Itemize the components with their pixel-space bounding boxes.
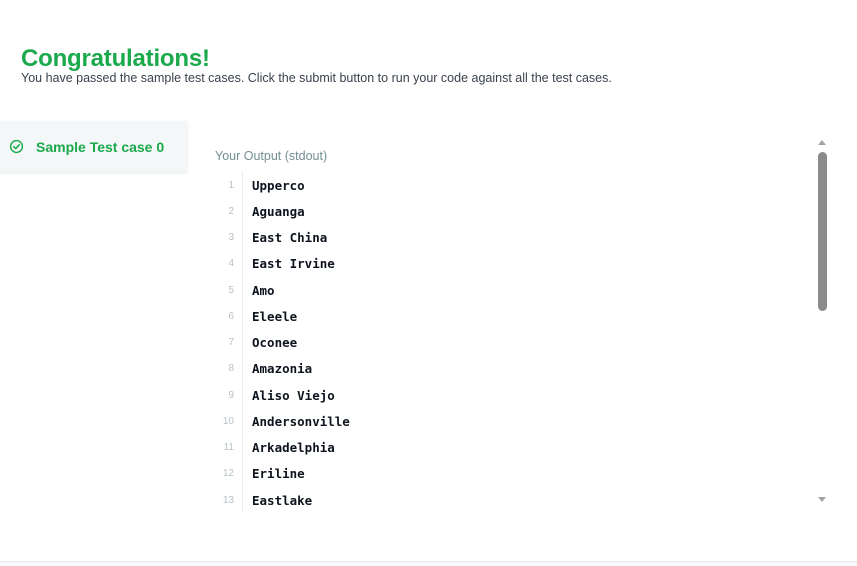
line-number: 3 bbox=[215, 224, 243, 251]
line-number: 4 bbox=[215, 250, 243, 277]
stdout-output: 1 Upperco 2 Aguanga 3 East China 4 East Irvine 5… bbox=[215, 172, 815, 512]
output-line-text: Eastlake bbox=[252, 492, 313, 508]
output-line-text: Arkadelphia bbox=[252, 440, 335, 456]
output-line: 13 Eastlake bbox=[215, 487, 815, 512]
output-line-text: Oconee bbox=[252, 335, 298, 351]
output-line-text: Eriline bbox=[252, 466, 305, 482]
tab-sample-test-case-0[interactable]: Sample Test case 0 bbox=[0, 121, 187, 172]
line-number: 10 bbox=[215, 408, 243, 435]
line-number: 9 bbox=[215, 382, 243, 409]
line-number: 12 bbox=[215, 460, 243, 487]
output-line: 10 Andersonville bbox=[215, 408, 815, 435]
line-number: 6 bbox=[215, 303, 243, 330]
footer-band bbox=[0, 562, 857, 566]
success-message: You have passed the sample test cases. C… bbox=[21, 71, 612, 85]
output-line-text: Upperco bbox=[252, 177, 305, 193]
line-number: 13 bbox=[215, 487, 243, 512]
output-line: 2 Aguanga bbox=[215, 198, 815, 225]
output-line: 3 East China bbox=[215, 224, 815, 251]
output-line: 9 Aliso Viejo bbox=[215, 382, 815, 409]
line-number: 5 bbox=[215, 277, 243, 304]
line-number: 11 bbox=[215, 434, 243, 461]
output-line: 11 Arkadelphia bbox=[215, 434, 815, 461]
output-line-text: Andersonville bbox=[252, 413, 350, 429]
output-scrollbar[interactable] bbox=[815, 136, 830, 506]
output-line-text: Eleele bbox=[252, 308, 298, 324]
output-line-text: Amo bbox=[252, 282, 275, 298]
output-label: Your Output (stdout) bbox=[215, 149, 328, 163]
output-line: 6 Eleele bbox=[215, 303, 815, 330]
scroll-up-arrow-icon[interactable] bbox=[818, 140, 826, 145]
scroll-down-arrow-icon[interactable] bbox=[818, 497, 826, 502]
check-circle-icon bbox=[9, 139, 24, 154]
output-line-text: East Irvine bbox=[252, 256, 335, 272]
output-line: 1 Upperco bbox=[215, 172, 815, 199]
test-results-panel: Congratulations! You have passed the sam… bbox=[0, 0, 857, 566]
line-number: 1 bbox=[215, 172, 243, 199]
output-line: 12 Eriline bbox=[215, 460, 815, 487]
output-line: 5 Amo bbox=[215, 277, 815, 304]
output-line-text: East China bbox=[252, 230, 328, 246]
output-line: 8 Amazonia bbox=[215, 355, 815, 382]
scrollbar-thumb[interactable] bbox=[818, 152, 827, 311]
line-number: 7 bbox=[215, 329, 243, 356]
success-heading: Congratulations! bbox=[21, 45, 210, 72]
output-line: 7 Oconee bbox=[215, 329, 815, 356]
line-number: 8 bbox=[215, 355, 243, 382]
testcase-tab-label: Sample Test case 0 bbox=[36, 138, 165, 155]
output-line-text: Amazonia bbox=[252, 361, 313, 377]
output-line-text: Aguanga bbox=[252, 203, 305, 219]
output-line-text: Aliso Viejo bbox=[252, 387, 335, 403]
output-line: 4 East Irvine bbox=[215, 250, 815, 277]
line-number: 2 bbox=[215, 198, 243, 225]
